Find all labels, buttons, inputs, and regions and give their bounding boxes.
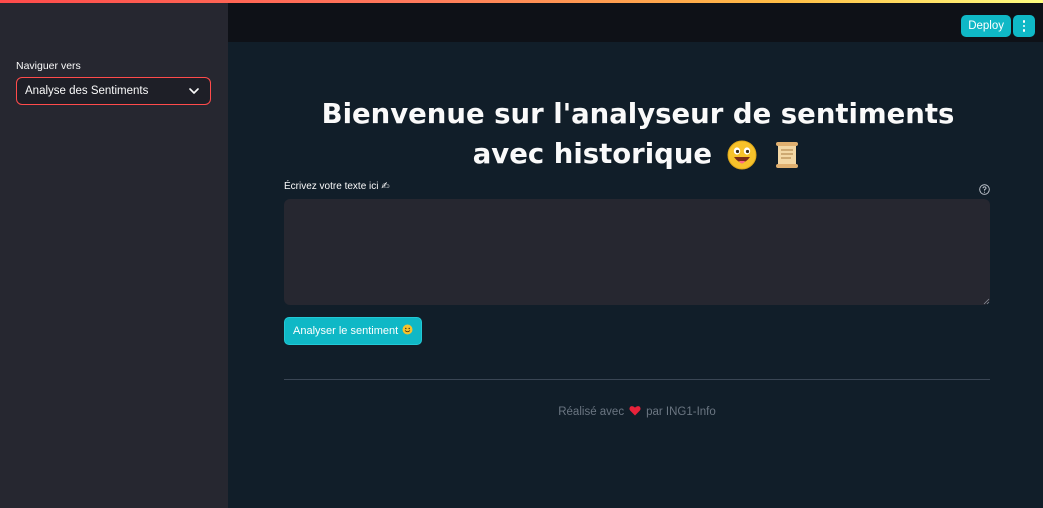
heart-icon <box>629 405 641 419</box>
smiling-face-icon <box>402 324 413 338</box>
sentiment-text-area[interactable] <box>284 199 990 305</box>
top-header: Deploy <box>228 3 1043 42</box>
text-input-label: Écrivez votre texte ici ✍ <box>284 181 390 192</box>
kebab-menu-icon <box>1022 20 1026 23</box>
page-title: Bienvenue sur l'analyseur de sentiments … <box>308 94 968 174</box>
analyze-sentiment-button[interactable]: Analyser le sentiment <box>284 317 423 345</box>
page-select[interactable]: Analyse des Sentiments <box>16 77 211 105</box>
divider <box>284 379 990 380</box>
more-options-button[interactable] <box>1013 15 1035 37</box>
chevron-down-icon <box>188 85 200 97</box>
top-decoration-stripe <box>0 0 1043 3</box>
footer-text-after: par ING1-Info <box>646 406 716 418</box>
analyze-button-label: Analyser le sentiment <box>293 325 399 337</box>
help-icon[interactable] <box>979 182 990 195</box>
sidebar: Naviguer vers Analyse des Sentiments <box>0 0 228 508</box>
writing-hand-icon: ✍ <box>381 181 390 192</box>
main-content: Bienvenue sur l'analyseur de sentiments … <box>228 42 1043 508</box>
resize-handle-icon[interactable] <box>983 298 990 305</box>
footer-text-before: Réalisé avec <box>558 406 625 418</box>
grinning-face-icon <box>726 139 758 171</box>
footer: Réalisé avec par ING1-Info <box>284 405 990 419</box>
deploy-button[interactable]: Deploy <box>961 15 1011 37</box>
scroll-icon <box>771 139 803 171</box>
text-input-label-text: Écrivez votre texte ici <box>284 181 379 192</box>
page-select-value: Analyse des Sentiments <box>25 85 149 97</box>
page-title-text: Bienvenue sur l'analyseur de sentiments … <box>321 98 955 170</box>
nav-label: Naviguer vers <box>16 60 81 72</box>
